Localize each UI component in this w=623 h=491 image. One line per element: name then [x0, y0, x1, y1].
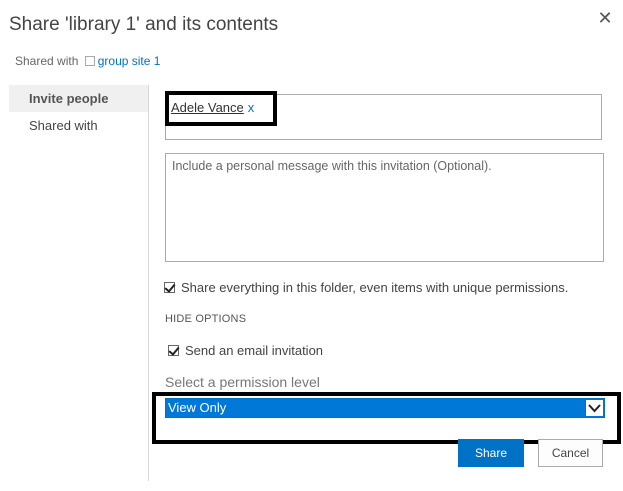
group-icon	[84, 56, 95, 66]
nav-item-invite-people[interactable]: Invite people	[9, 85, 149, 112]
shared-with-label: Shared with	[15, 54, 79, 68]
send-email-checkbox[interactable]	[168, 345, 179, 356]
send-email-label: Send an email invitation	[185, 343, 324, 358]
share-everything-checkbox-row[interactable]: Share everything in this folder, even it…	[164, 280, 568, 295]
group-link[interactable]: group site 1	[98, 54, 161, 68]
permission-level-label: Select a permission level	[165, 374, 320, 390]
dialog-title: Share 'library 1' and its contents	[9, 14, 279, 35]
highlight-box-permission	[152, 392, 621, 444]
hide-options-link[interactable]: HIDE OPTIONS	[165, 313, 246, 325]
shared-with-summary: Shared with group site 1	[15, 54, 160, 68]
share-button[interactable]: Share	[458, 439, 524, 467]
share-everything-label: Share everything in this folder, even it…	[181, 280, 569, 295]
nav-item-shared-with[interactable]: Shared with	[9, 112, 149, 139]
cancel-button[interactable]: Cancel	[538, 439, 603, 467]
left-nav: Invite people Shared with	[9, 85, 149, 139]
highlight-box-person	[165, 91, 277, 126]
nav-divider	[148, 85, 149, 481]
share-everything-checkbox[interactable]	[164, 282, 175, 293]
personal-message-textarea[interactable]: Include a personal message with this inv…	[165, 153, 604, 262]
close-icon[interactable]: ✕	[596, 8, 614, 28]
send-email-checkbox-row[interactable]: Send an email invitation	[168, 343, 323, 358]
